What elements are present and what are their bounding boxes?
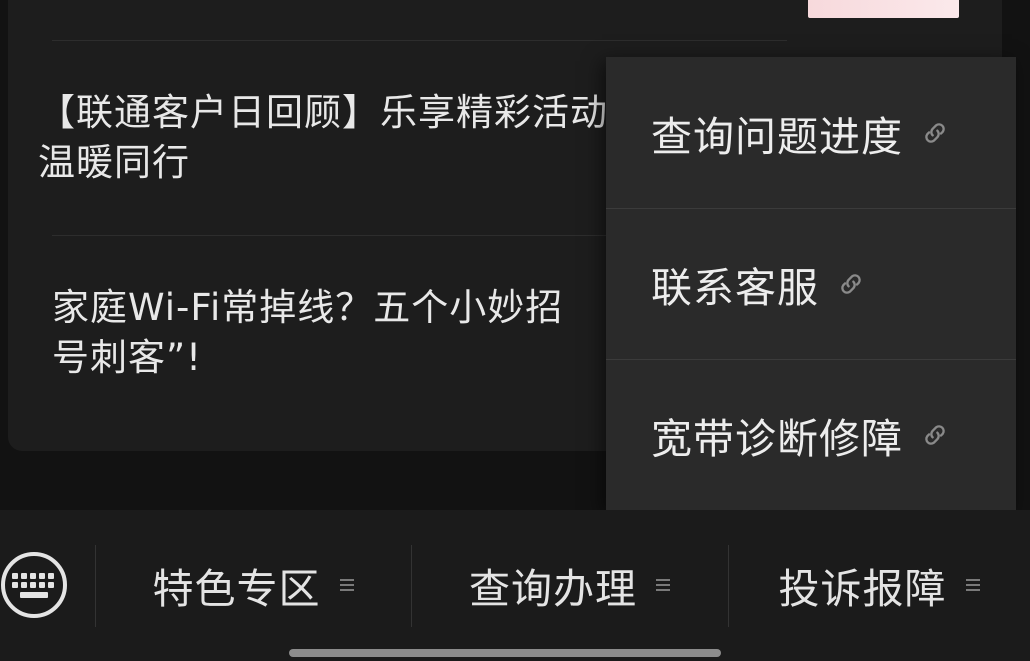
tab-label: 查询办理	[469, 565, 637, 613]
menu-lines-icon	[965, 579, 980, 591]
popup-menu: 查询问题进度 联系客服 宽带诊断修障	[606, 57, 1016, 510]
screen: 【联通客户日回顾】乐享精彩活动 温暖同行 家庭Wi-Fi常掉线？五个小妙招 号刺…	[0, 0, 1030, 661]
divider	[52, 40, 787, 41]
menu-item-broadband-diagnosis[interactable]: 宽带诊断修障	[606, 359, 1016, 510]
bottom-menu-bar: 特色专区 查询办理 投诉报障	[0, 510, 1030, 661]
menu-item-label: 宽带诊断修障	[651, 415, 903, 463]
tab-label: 投诉报障	[778, 565, 947, 613]
menu-item-label: 查询问题进度	[651, 112, 903, 161]
link-icon	[925, 122, 945, 143]
menu-item-contact-service[interactable]: 联系客服	[606, 208, 1016, 359]
link-icon	[925, 425, 945, 445]
link-icon	[841, 274, 861, 294]
menu-item-label: 联系客服	[651, 264, 819, 312]
menu-item-query-progress[interactable]: 查询问题进度	[606, 57, 1016, 208]
tab-featured[interactable]: 特色专区	[96, 550, 411, 620]
news-thumbnail[interactable]	[808, 0, 959, 18]
home-indicator[interactable]	[289, 649, 721, 657]
keyboard-icon[interactable]	[0, 551, 68, 619]
menu-lines-icon	[339, 579, 354, 591]
tab-query-handle[interactable]: 查询办理	[412, 550, 728, 620]
tab-label: 特色专区	[152, 565, 321, 613]
menu-lines-icon	[656, 579, 670, 591]
tab-complaint-repair[interactable]: 投诉报障	[729, 550, 1030, 620]
